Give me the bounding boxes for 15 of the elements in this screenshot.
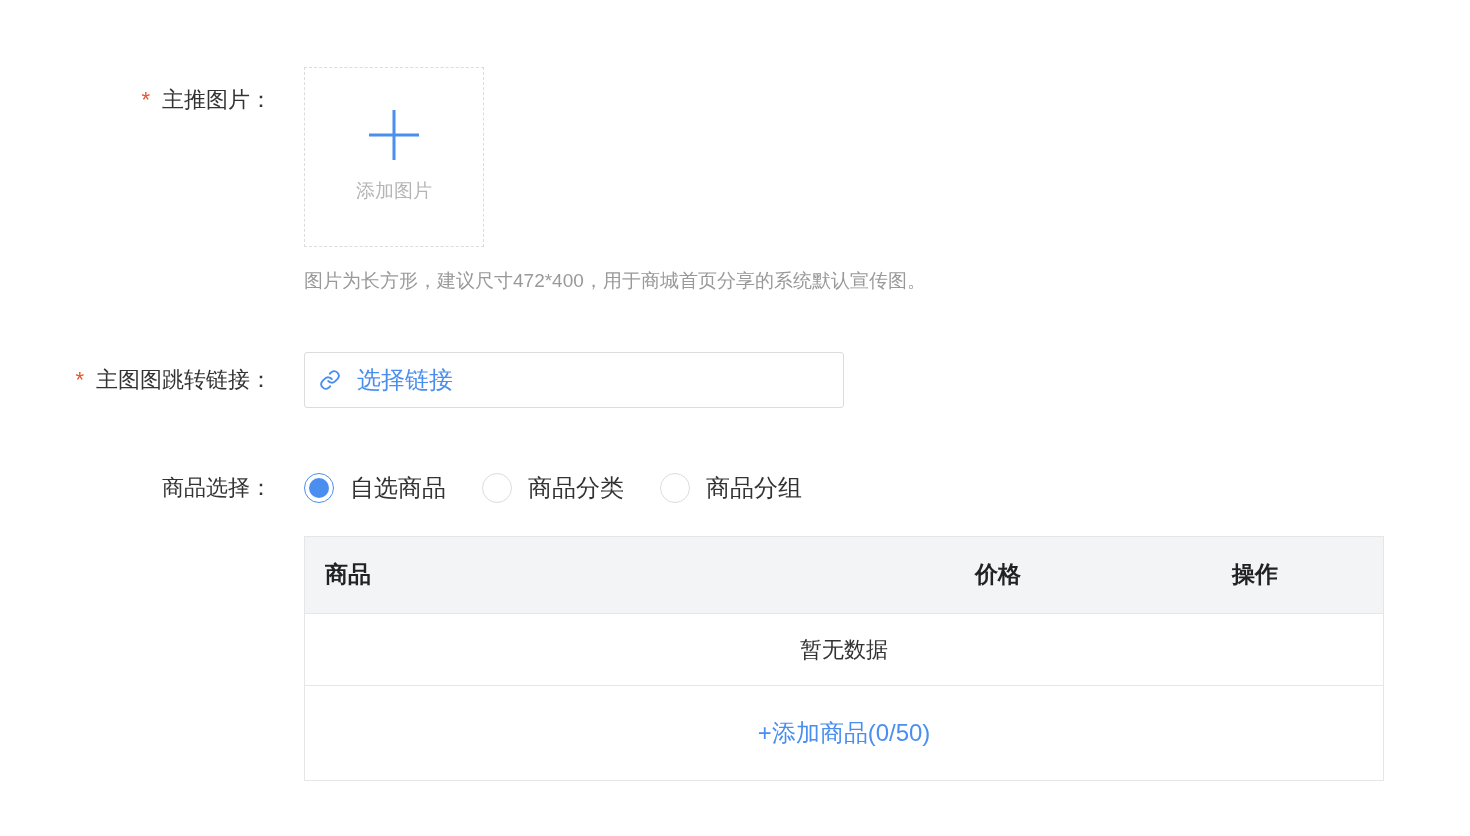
field-label: 主推图片：	[162, 86, 272, 114]
column-header: 操作	[1230, 560, 1279, 590]
required-mark: *	[141, 86, 150, 114]
radio-option[interactable]: 商品分类	[482, 469, 624, 506]
radio-option[interactable]: 商品分组	[660, 469, 802, 506]
column-header: 价格	[973, 560, 1022, 590]
field-label: 商品选择：	[162, 474, 272, 502]
empty-text: 暂无数据	[800, 635, 888, 664]
hint-text: 图片为长方形，建议尺寸472*400，用于商城首页分享的系统默认宣传图。	[304, 269, 926, 293]
link-icon	[319, 368, 341, 391]
column-header: 商品	[324, 560, 372, 590]
field-label: 主图图跳转链接：	[96, 366, 272, 394]
plus-icon	[368, 108, 420, 161]
required-mark: *	[75, 366, 84, 394]
radio-option[interactable]: 自选商品	[304, 469, 446, 506]
